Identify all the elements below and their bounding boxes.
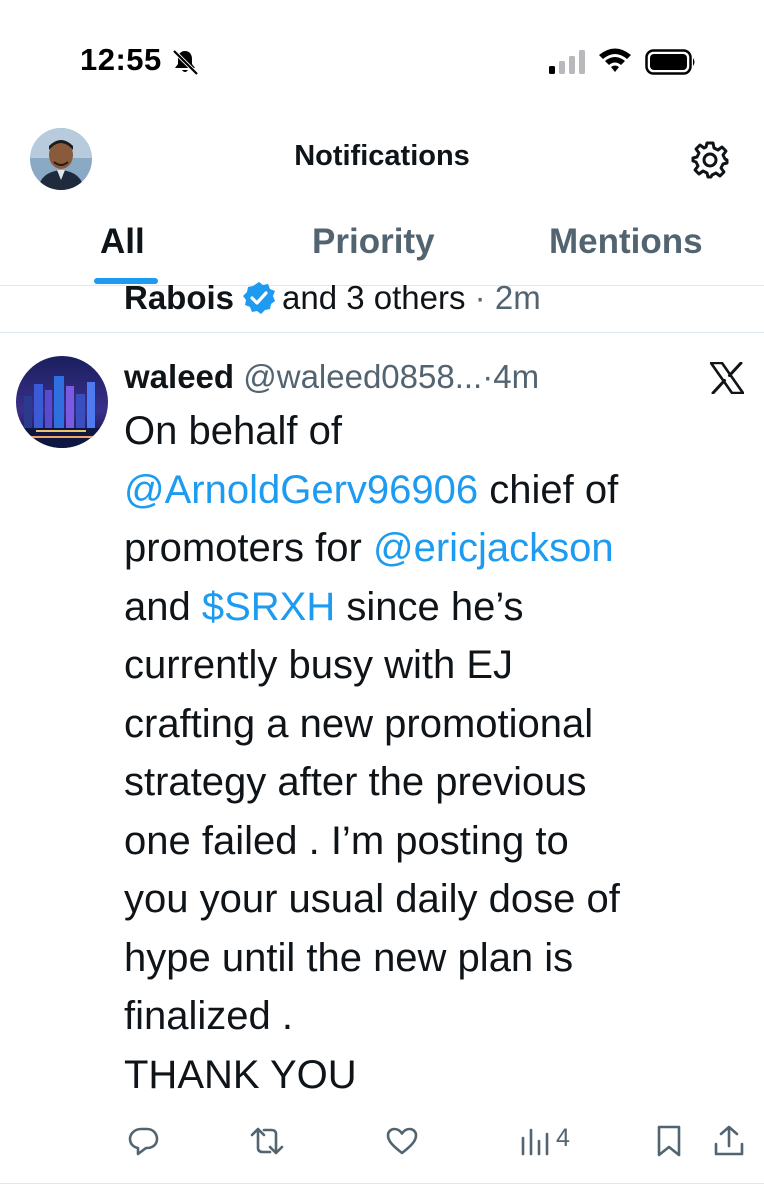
views-count: 4 xyxy=(556,1124,570,1152)
tweet-text-segment: hype until the new plan is xyxy=(124,935,574,980)
tweet-text-segment: chief of xyxy=(478,467,619,512)
tweet-text-line: finalized . xyxy=(124,987,754,1046)
bookmark-icon xyxy=(657,1125,681,1157)
battery-icon xyxy=(645,49,695,75)
tweet-text-line: hype until the new plan is xyxy=(124,929,754,988)
notification-time: 2m xyxy=(494,279,541,316)
tweet-text-line: @ArnoldGerv96906 chief of xyxy=(124,461,754,520)
tweet-header: waleed @waleed0858...·4m xyxy=(124,356,539,398)
repost-button[interactable] xyxy=(250,1124,284,1160)
tweet-actions xyxy=(0,1118,764,1168)
tweet-text-segment: you your usual daily dose of xyxy=(124,877,620,921)
notification-others: and 3 others xyxy=(282,279,466,316)
tweet-text-segment: THANK YOU xyxy=(124,1052,357,1097)
tweet-text-line: you your usual daily dose of xyxy=(124,870,754,929)
bell-muted-icon xyxy=(172,49,199,76)
tweet-text-line: currently busy with EJ xyxy=(124,636,754,695)
tweet-text-line: crafting a new promotional xyxy=(124,695,754,754)
tweet-text-segment: strategy after the previous xyxy=(124,760,587,804)
tweet-text-line: THANK YOU xyxy=(124,1046,754,1105)
notification-actor-name[interactable]: Rabois xyxy=(124,279,234,316)
tweet-text-segment: finalized . xyxy=(124,994,293,1038)
tab-all[interactable]: All xyxy=(100,222,145,262)
tweet-time[interactable]: 4m xyxy=(493,358,539,395)
divider xyxy=(0,332,764,333)
tweet-text-segment: one failed . I’m posting to xyxy=(124,818,569,863)
cellular-signal-icon xyxy=(549,50,585,74)
tweet-text-segment: promoters for xyxy=(124,526,373,570)
x-logo-icon xyxy=(710,362,744,394)
views-button[interactable] xyxy=(519,1124,553,1160)
heart-icon xyxy=(386,1127,418,1155)
tweet-text-segment: On behalf of xyxy=(124,409,342,453)
tweet-text-segment: and xyxy=(124,584,202,629)
tweet-text-line: one failed . I’m posting to xyxy=(124,812,754,871)
share-button[interactable] xyxy=(712,1124,746,1160)
bookmark-button[interactable] xyxy=(652,1124,686,1160)
divider xyxy=(0,1183,764,1184)
mention-link[interactable]: @ericjackson xyxy=(373,526,614,570)
tab-priority[interactable]: Priority xyxy=(312,222,435,262)
verified-badge-icon xyxy=(243,282,276,314)
share-icon xyxy=(714,1125,744,1156)
tweet-text-line: On behalf of xyxy=(124,402,754,461)
notification-tabs: All Priority Mentions xyxy=(0,210,764,286)
tweet-text-line: and $SRXH since he’s xyxy=(124,578,754,637)
tab-mentions[interactable]: Mentions xyxy=(549,222,703,262)
list-item-previous-notification[interactable]: Rabois and 3 others · 2m xyxy=(124,278,541,318)
reply-icon xyxy=(128,1127,159,1156)
author-handle[interactable]: @waleed0858... xyxy=(243,358,482,395)
author-name[interactable]: waleed xyxy=(124,358,234,395)
cashtag-link[interactable]: $SRXH xyxy=(202,585,335,629)
page-title: Notifications xyxy=(294,140,470,172)
wifi-icon xyxy=(599,48,631,72)
repost-icon xyxy=(250,1127,284,1155)
like-button[interactable] xyxy=(385,1124,419,1160)
tweet-text-segment: crafting a new promotional xyxy=(124,701,594,746)
author-avatar[interactable] xyxy=(16,356,108,448)
separator-dot: · xyxy=(474,279,486,316)
separator-dot: · xyxy=(482,358,494,395)
bar-chart-icon xyxy=(521,1128,549,1156)
mention-link[interactable]: @ArnoldGerv96906 xyxy=(124,468,478,512)
tweet-text-segment: since he’s xyxy=(335,584,524,629)
tweet-text: On behalf of @ArnoldGerv96906 chief of pro… xyxy=(124,402,754,1104)
tweet-text-line: strategy after the previous xyxy=(124,753,754,812)
tweet-text-line: promoters for @ericjackson xyxy=(124,519,754,578)
tweet-text-segment: currently busy with EJ xyxy=(124,643,514,687)
reply-button[interactable] xyxy=(127,1124,161,1160)
status-time: 12:55 xyxy=(80,42,162,77)
gear-icon[interactable] xyxy=(687,137,733,183)
status-bar: 12:55 xyxy=(0,0,764,100)
